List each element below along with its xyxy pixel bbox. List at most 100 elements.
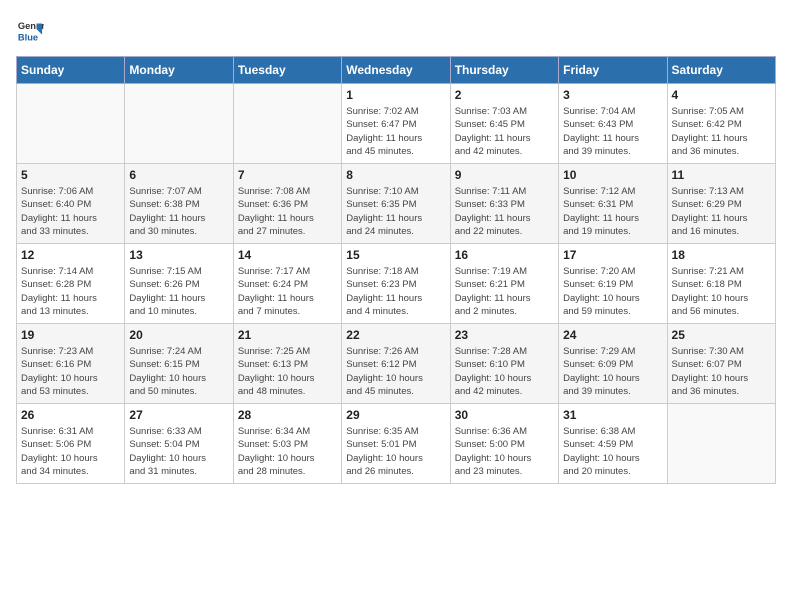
day-detail: Sunrise: 7:05 AM Sunset: 6:42 PM Dayligh… [672,105,771,158]
day-number: 30 [455,408,554,422]
day-number: 6 [129,168,228,182]
calendar-cell: 17 Sunrise: 7:20 AM Sunset: 6:19 PM Dayli… [559,244,667,324]
day-number: 9 [455,168,554,182]
day-number: 11 [672,168,771,182]
day-number: 12 [21,248,120,262]
day-detail: Sunrise: 7:03 AM Sunset: 6:45 PM Dayligh… [455,105,554,158]
day-detail: Sunrise: 6:38 AM Sunset: 4:59 PM Dayligh… [563,425,662,478]
day-number: 4 [672,88,771,102]
calendar-cell: 1 Sunrise: 7:02 AM Sunset: 6:47 PM Daylig… [342,84,450,164]
calendar-cell: 2 Sunrise: 7:03 AM Sunset: 6:45 PM Daylig… [450,84,558,164]
day-number: 8 [346,168,445,182]
calendar-cell: 31 Sunrise: 6:38 AM Sunset: 4:59 PM Dayli… [559,404,667,484]
calendar-cell: 12 Sunrise: 7:14 AM Sunset: 6:28 PM Dayli… [17,244,125,324]
col-header-saturday: Saturday [667,57,775,84]
calendar-cell: 10 Sunrise: 7:12 AM Sunset: 6:31 PM Dayli… [559,164,667,244]
calendar-week-1: 1 Sunrise: 7:02 AM Sunset: 6:47 PM Daylig… [17,84,776,164]
day-number: 15 [346,248,445,262]
day-detail: Sunrise: 6:35 AM Sunset: 5:01 PM Dayligh… [346,425,445,478]
day-detail: Sunrise: 7:10 AM Sunset: 6:35 PM Dayligh… [346,185,445,238]
calendar-cell: 11 Sunrise: 7:13 AM Sunset: 6:29 PM Dayli… [667,164,775,244]
day-detail: Sunrise: 7:30 AM Sunset: 6:07 PM Dayligh… [672,345,771,398]
logo-icon: General Blue [16,16,44,44]
calendar-cell: 25 Sunrise: 7:30 AM Sunset: 6:07 PM Dayli… [667,324,775,404]
day-number: 25 [672,328,771,342]
day-detail: Sunrise: 7:11 AM Sunset: 6:33 PM Dayligh… [455,185,554,238]
day-detail: Sunrise: 7:12 AM Sunset: 6:31 PM Dayligh… [563,185,662,238]
day-number: 17 [563,248,662,262]
calendar-cell: 9 Sunrise: 7:11 AM Sunset: 6:33 PM Daylig… [450,164,558,244]
day-detail: Sunrise: 7:18 AM Sunset: 6:23 PM Dayligh… [346,265,445,318]
day-detail: Sunrise: 7:28 AM Sunset: 6:10 PM Dayligh… [455,345,554,398]
calendar-cell: 6 Sunrise: 7:07 AM Sunset: 6:38 PM Daylig… [125,164,233,244]
calendar-cell: 28Sunrise: 6:34 AM Sunset: 5:03 PM Dayli… [233,404,341,484]
day-number: 29 [346,408,445,422]
day-detail: Sunrise: 7:07 AM Sunset: 6:38 PM Dayligh… [129,185,228,238]
day-number: 2 [455,88,554,102]
day-detail: Sunrise: 7:14 AM Sunset: 6:28 PM Dayligh… [21,265,120,318]
day-number: 19 [21,328,120,342]
day-detail: Sunrise: 7:13 AM Sunset: 6:29 PM Dayligh… [672,185,771,238]
header: General Blue [16,16,776,44]
day-number: 24 [563,328,662,342]
calendar-cell: 24 Sunrise: 7:29 AM Sunset: 6:09 PM Dayli… [559,324,667,404]
calendar-cell [125,84,233,164]
day-detail: Sunrise: 7:21 AM Sunset: 6:18 PM Dayligh… [672,265,771,318]
calendar-cell [17,84,125,164]
calendar-cell: 8 Sunrise: 7:10 AM Sunset: 6:35 PM Daylig… [342,164,450,244]
calendar-week-3: 12 Sunrise: 7:14 AM Sunset: 6:28 PM Dayli… [17,244,776,324]
calendar-cell: 18 Sunrise: 7:21 AM Sunset: 6:18 PM Dayli… [667,244,775,324]
day-detail: Sunrise: 7:04 AM Sunset: 6:43 PM Dayligh… [563,105,662,158]
day-number: 3 [563,88,662,102]
calendar-cell: 23 Sunrise: 7:28 AM Sunset: 6:10 PM Dayli… [450,324,558,404]
day-number: 31 [563,408,662,422]
calendar-cell: 14 Sunrise: 7:17 AM Sunset: 6:24 PM Dayli… [233,244,341,324]
calendar-cell: 7 Sunrise: 7:08 AM Sunset: 6:36 PM Daylig… [233,164,341,244]
col-header-sunday: Sunday [17,57,125,84]
day-detail: Sunrise: 7:02 AM Sunset: 6:47 PM Dayligh… [346,105,445,158]
day-number: 13 [129,248,228,262]
calendar-cell: 19Sunrise: 7:23 AM Sunset: 6:16 PM Dayli… [17,324,125,404]
day-number: 23 [455,328,554,342]
calendar-cell [233,84,341,164]
day-number: 10 [563,168,662,182]
svg-text:Blue: Blue [18,32,38,42]
day-number: 7 [238,168,337,182]
day-detail: Sunrise: 7:20 AM Sunset: 6:19 PM Dayligh… [563,265,662,318]
day-detail: Sunrise: 7:19 AM Sunset: 6:21 PM Dayligh… [455,265,554,318]
day-detail: Sunrise: 6:36 AM Sunset: 5:00 PM Dayligh… [455,425,554,478]
day-detail: Sunrise: 7:29 AM Sunset: 6:09 PM Dayligh… [563,345,662,398]
col-header-monday: Monday [125,57,233,84]
day-detail: Sunrise: 7:17 AM Sunset: 6:24 PM Dayligh… [238,265,337,318]
calendar-week-5: 26 Sunrise: 6:31 AM Sunset: 5:06 PM Dayli… [17,404,776,484]
calendar-cell: 15 Sunrise: 7:18 AM Sunset: 6:23 PM Dayli… [342,244,450,324]
day-number: 26 [21,408,120,422]
calendar-week-2: 5 Sunrise: 7:06 AM Sunset: 6:40 PM Daylig… [17,164,776,244]
calendar-cell: 21Sunrise: 7:25 AM Sunset: 6:13 PM Dayli… [233,324,341,404]
calendar-cell: 13 Sunrise: 7:15 AM Sunset: 6:26 PM Dayli… [125,244,233,324]
day-number: 20 [129,328,228,342]
calendar-cell: 4 Sunrise: 7:05 AM Sunset: 6:42 PM Daylig… [667,84,775,164]
col-header-friday: Friday [559,57,667,84]
day-number: 18 [672,248,771,262]
calendar-cell: 3 Sunrise: 7:04 AM Sunset: 6:43 PM Daylig… [559,84,667,164]
day-number: 16 [455,248,554,262]
calendar-cell: 22 Sunrise: 7:26 AM Sunset: 6:12 PM Dayli… [342,324,450,404]
day-detail: Sunrise: 7:26 AM Sunset: 6:12 PM Dayligh… [346,345,445,398]
day-detail: Sunrise: 7:24 AM Sunset: 6:15 PM Dayligh… [129,345,228,398]
calendar-cell: 30 Sunrise: 6:36 AM Sunset: 5:00 PM Dayli… [450,404,558,484]
day-number: 14 [238,248,337,262]
day-detail: Sunrise: 7:08 AM Sunset: 6:36 PM Dayligh… [238,185,337,238]
day-number: 5 [21,168,120,182]
calendar-cell: 5 Sunrise: 7:06 AM Sunset: 6:40 PM Daylig… [17,164,125,244]
day-number: 28 [238,408,337,422]
day-number: 1 [346,88,445,102]
col-header-thursday: Thursday [450,57,558,84]
day-number: 22 [346,328,445,342]
calendar-cell: 16 Sunrise: 7:19 AM Sunset: 6:21 PM Dayli… [450,244,558,324]
calendar-cell [667,404,775,484]
day-detail: Sunrise: 7:15 AM Sunset: 6:26 PM Dayligh… [129,265,228,318]
day-detail: Sunrise: 6:31 AM Sunset: 5:06 PM Dayligh… [21,425,120,478]
day-detail: Sunrise: 7:06 AM Sunset: 6:40 PM Dayligh… [21,185,120,238]
day-number: 27 [129,408,228,422]
